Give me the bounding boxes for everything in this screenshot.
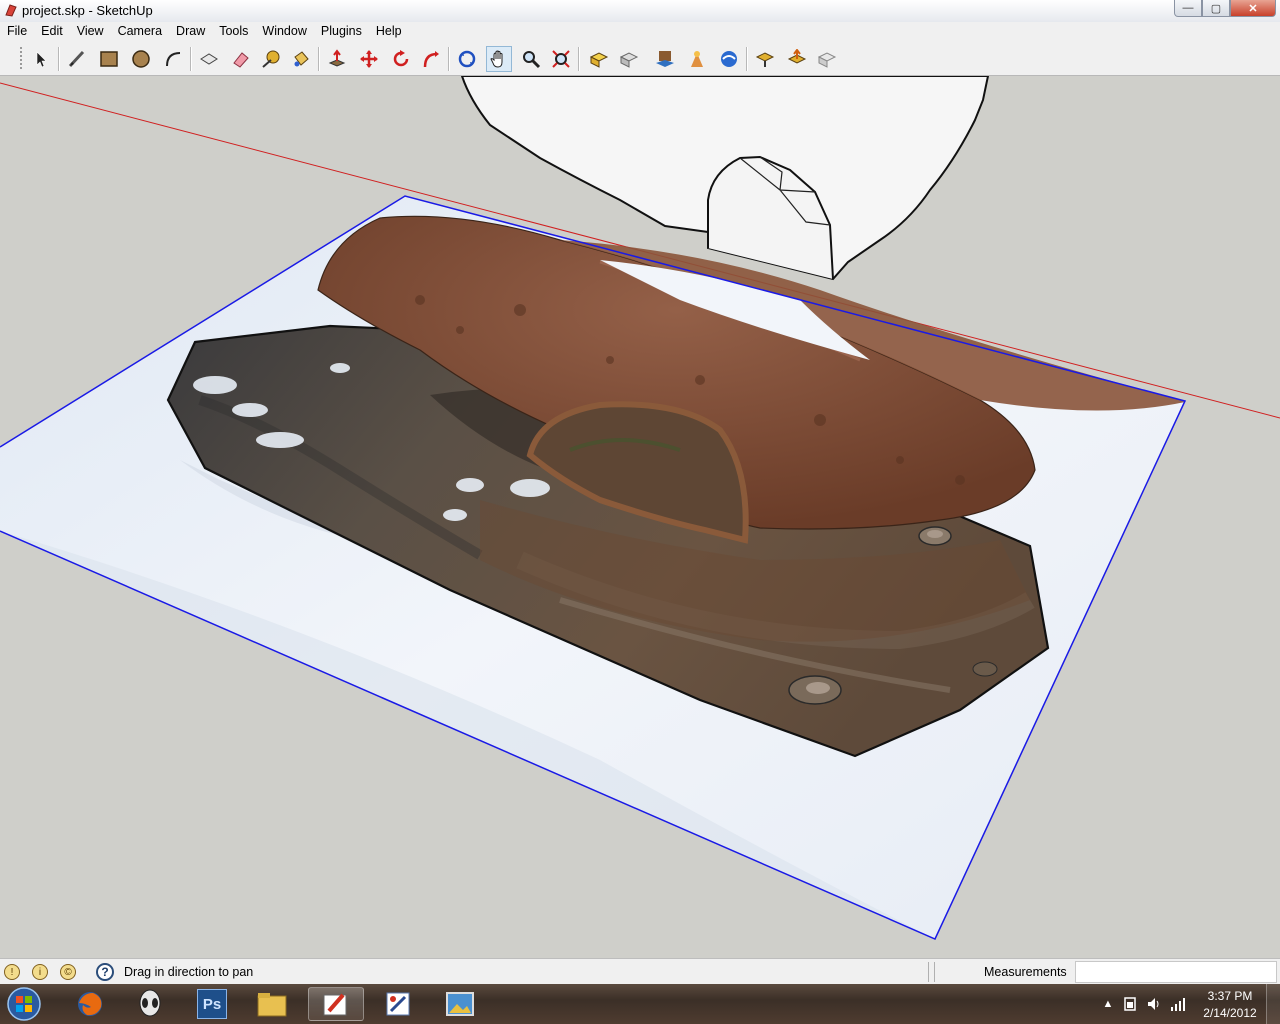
measurements-input[interactable] <box>1075 961 1277 983</box>
sketchup-app-icon <box>5 4 17 17</box>
rectangle-tool-icon[interactable] <box>96 46 122 72</box>
close-button[interactable]: ✕ <box>1230 0 1276 17</box>
circle-tool-icon[interactable] <box>128 46 154 72</box>
menu-edit[interactable]: Edit <box>34 22 70 41</box>
taskbar: Ps ▲ 3:37 PM 2/14/2012 <box>0 984 1280 1024</box>
arc-tool-icon[interactable] <box>160 46 186 72</box>
paint-bucket-icon[interactable] <box>288 46 314 72</box>
zoom-extents-icon[interactable] <box>548 46 574 72</box>
share-model-icon[interactable] <box>616 46 642 72</box>
tape-measure-icon[interactable] <box>258 46 284 72</box>
measurements-label: Measurements <box>984 965 1067 979</box>
pan-icon[interactable] <box>486 46 512 72</box>
maximize-button[interactable]: ▢ <box>1202 0 1230 17</box>
clock-date[interactable]: 2/14/2012 <box>1200 1006 1260 1020</box>
menu-plugins[interactable]: Plugins <box>314 22 369 41</box>
menu-tools[interactable]: Tools <box>212 22 255 41</box>
menu-file[interactable]: File <box>0 22 34 41</box>
preview-google-earth-icon[interactable] <box>684 46 710 72</box>
alienware-icon[interactable] <box>122 987 178 1021</box>
sketchup-icon[interactable] <box>308 987 364 1021</box>
push-pull-icon[interactable] <box>324 46 350 72</box>
scene-canvas[interactable] <box>0 76 1280 958</box>
paint-icon[interactable] <box>370 987 426 1021</box>
follow-me-icon[interactable] <box>418 46 444 72</box>
select-tool-icon[interactable] <box>28 46 54 72</box>
status-hint: Drag in direction to pan <box>124 965 254 979</box>
help-icon[interactable]: ? <box>96 963 114 981</box>
menu-camera[interactable]: Camera <box>111 22 169 41</box>
share-component-icon[interactable] <box>784 46 810 72</box>
credits-icon[interactable]: i <box>32 964 48 980</box>
title-bar: project.skp - SketchUp — ▢ ✕ <box>0 0 1280 23</box>
extension-warehouse-icon[interactable] <box>814 46 840 72</box>
orbit-icon[interactable] <box>454 46 480 72</box>
minimize-button[interactable]: — <box>1174 0 1202 17</box>
move-icon[interactable] <box>356 46 382 72</box>
start-button[interactable] <box>4 986 44 1022</box>
get-models-icon[interactable] <box>586 46 612 72</box>
volume-icon[interactable] <box>1146 996 1162 1012</box>
photoshop-icon[interactable]: Ps <box>184 987 240 1021</box>
zoom-icon[interactable] <box>518 46 544 72</box>
menu-help[interactable]: Help <box>369 22 409 41</box>
user-login-icon[interactable]: © <box>60 964 76 980</box>
power-icon[interactable] <box>1122 996 1138 1012</box>
geo-location-icon[interactable]: ! <box>4 964 20 980</box>
line-tool-icon[interactable] <box>64 46 90 72</box>
window-title: project.skp - SketchUp <box>22 3 153 18</box>
rotate-icon[interactable] <box>388 46 414 72</box>
clock-time[interactable]: 3:37 PM <box>1206 989 1254 1003</box>
toolbar-grip[interactable] <box>20 47 22 71</box>
menu-window[interactable]: Window <box>255 22 313 41</box>
eraser-icon[interactable] <box>228 46 254 72</box>
network-icon[interactable] <box>1170 996 1186 1012</box>
get-photo-texture-icon[interactable] <box>652 46 678 72</box>
firefox-icon[interactable] <box>62 987 118 1021</box>
show-desktop-button[interactable] <box>1266 984 1280 1024</box>
warehouse-components-icon[interactable] <box>752 46 778 72</box>
model-viewport[interactable] <box>0 76 1280 958</box>
show-hidden-icons-icon[interactable]: ▲ <box>1100 996 1116 1012</box>
photo-viewer-icon[interactable] <box>432 987 488 1021</box>
status-bar: ! i © ? Drag in direction to pan Measure… <box>0 958 1280 985</box>
make-component-icon[interactable] <box>196 46 222 72</box>
main-toolbar <box>0 41 1280 76</box>
toggle-terrain-icon[interactable] <box>716 46 742 72</box>
menu-bar: File Edit View Camera Draw Tools Window … <box>0 22 1280 41</box>
file-explorer-icon[interactable] <box>244 987 300 1021</box>
menu-view[interactable]: View <box>70 22 111 41</box>
menu-draw[interactable]: Draw <box>169 22 212 41</box>
